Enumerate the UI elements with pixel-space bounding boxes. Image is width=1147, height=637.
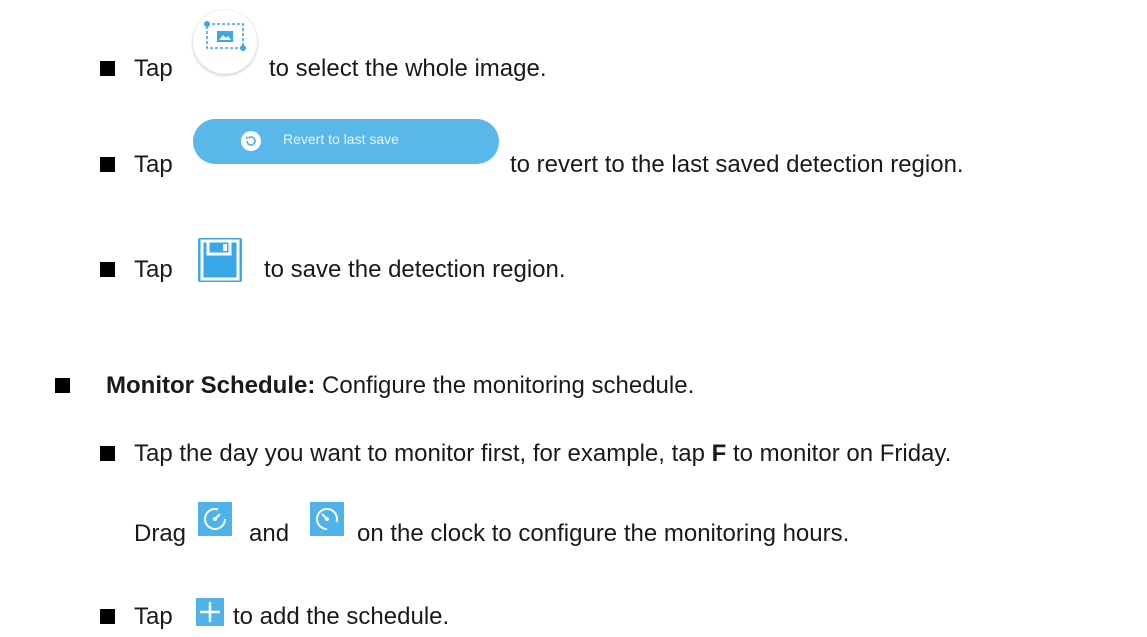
tap-label: Tap: [134, 151, 173, 178]
step1-line: Tap the day you want to monitor first, f…: [134, 440, 951, 468]
drag-text: on the clock to configure the monitoring…: [357, 520, 850, 547]
tap-label: Tap: [134, 256, 173, 283]
revert-icon: [241, 131, 261, 151]
revert-text: to revert to the last saved detection re…: [510, 151, 964, 178]
bullet: [55, 378, 70, 393]
monitor-schedule-line: Monitor Schedule: Configure the monitori…: [106, 372, 694, 400]
add-schedule-text: to add the schedule.: [233, 603, 450, 630]
select-whole-image-icon: [204, 21, 246, 51]
drag-label: Drag: [134, 520, 187, 547]
select-whole-text: to select the whole image.: [269, 55, 547, 82]
bullet: [100, 446, 115, 461]
clock-end-icon[interactable]: [310, 502, 344, 536]
step1-after: to monitor on Friday.: [732, 440, 952, 467]
tap-label: Tap: [134, 603, 173, 630]
bullet: [100, 609, 115, 624]
tap-label: Tap: [134, 55, 173, 82]
monitor-schedule-heading: Monitor Schedule:: [106, 372, 316, 399]
save-icon[interactable]: [196, 236, 244, 284]
and-label: and: [249, 520, 290, 547]
revert-to-last-save-button[interactable]: Revert to last save: [193, 119, 499, 164]
friday-key: F: [711, 440, 727, 467]
bullet: [100, 61, 115, 76]
select-whole-image-button[interactable]: [193, 10, 257, 74]
bullet: [100, 262, 115, 277]
monitor-schedule-description: Configure the monitoring schedule.: [322, 372, 695, 399]
save-text: to save the detection region.: [264, 256, 566, 283]
bullet: [100, 157, 115, 172]
plus-icon[interactable]: [196, 598, 224, 626]
clock-start-icon[interactable]: [198, 502, 232, 536]
step1-text: Tap the day you want to monitor first, f…: [134, 440, 705, 467]
revert-button-label: Revert to last save: [283, 131, 399, 147]
